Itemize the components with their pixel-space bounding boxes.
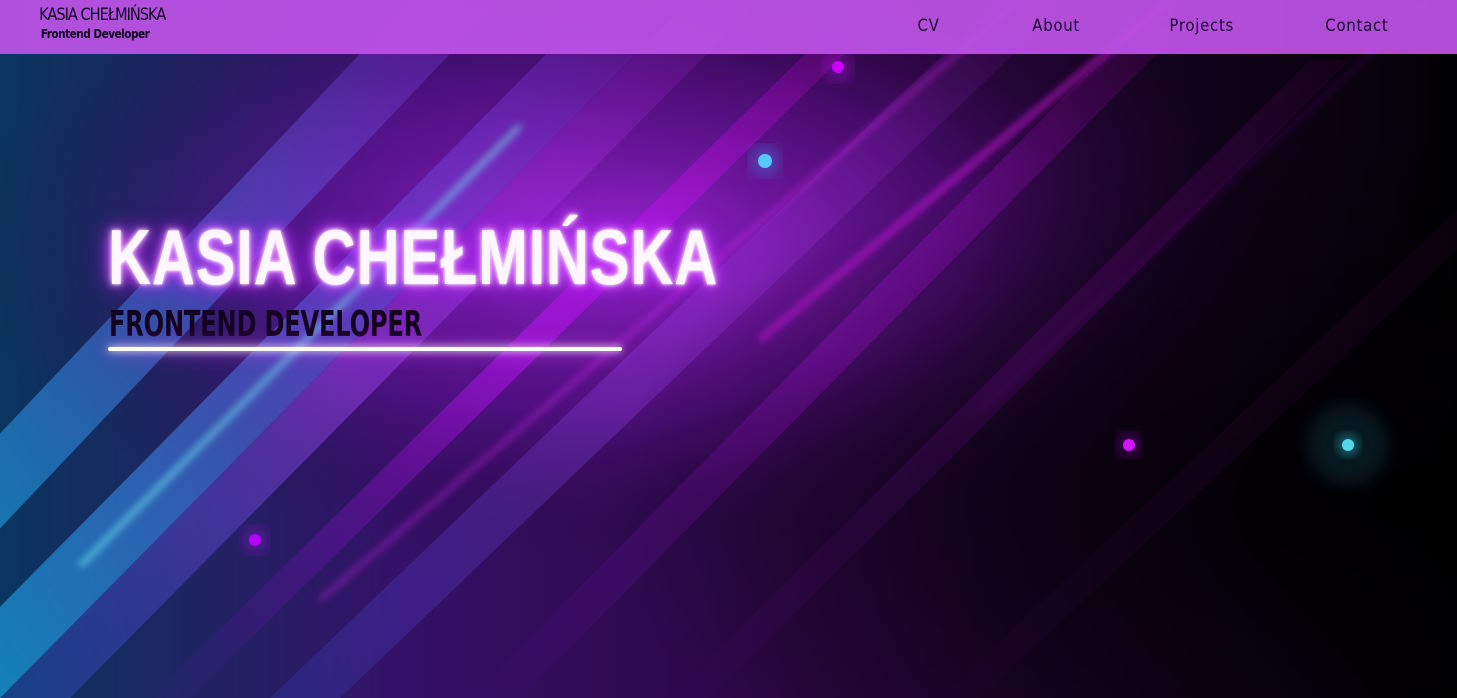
nav-link-projects[interactable]: Projects <box>1169 16 1234 36</box>
portfolio-page: KASIA CHEŁMIŃSKA Frontend Developer CV A… <box>0 0 1457 698</box>
site-logo[interactable]: KASIA CHEŁMIŃSKA Frontend Developer <box>30 5 166 41</box>
nav-link-about[interactable]: About <box>1032 16 1080 36</box>
nav-link-contact[interactable]: Contact <box>1325 16 1388 36</box>
brand-name: KASIA CHEŁMIŃSKA <box>39 5 166 25</box>
top-navbar: KASIA CHEŁMIŃSKA Frontend Developer CV A… <box>0 0 1457 54</box>
hero-subtitle: FRONTEND DEVELOPER <box>109 304 423 345</box>
nav-link-cv[interactable]: CV <box>918 16 940 36</box>
hero-underline <box>108 347 622 351</box>
brand-role: Frontend Developer <box>40 26 150 41</box>
hero-title: KASIA CHEŁMIŃSKA <box>108 213 719 301</box>
